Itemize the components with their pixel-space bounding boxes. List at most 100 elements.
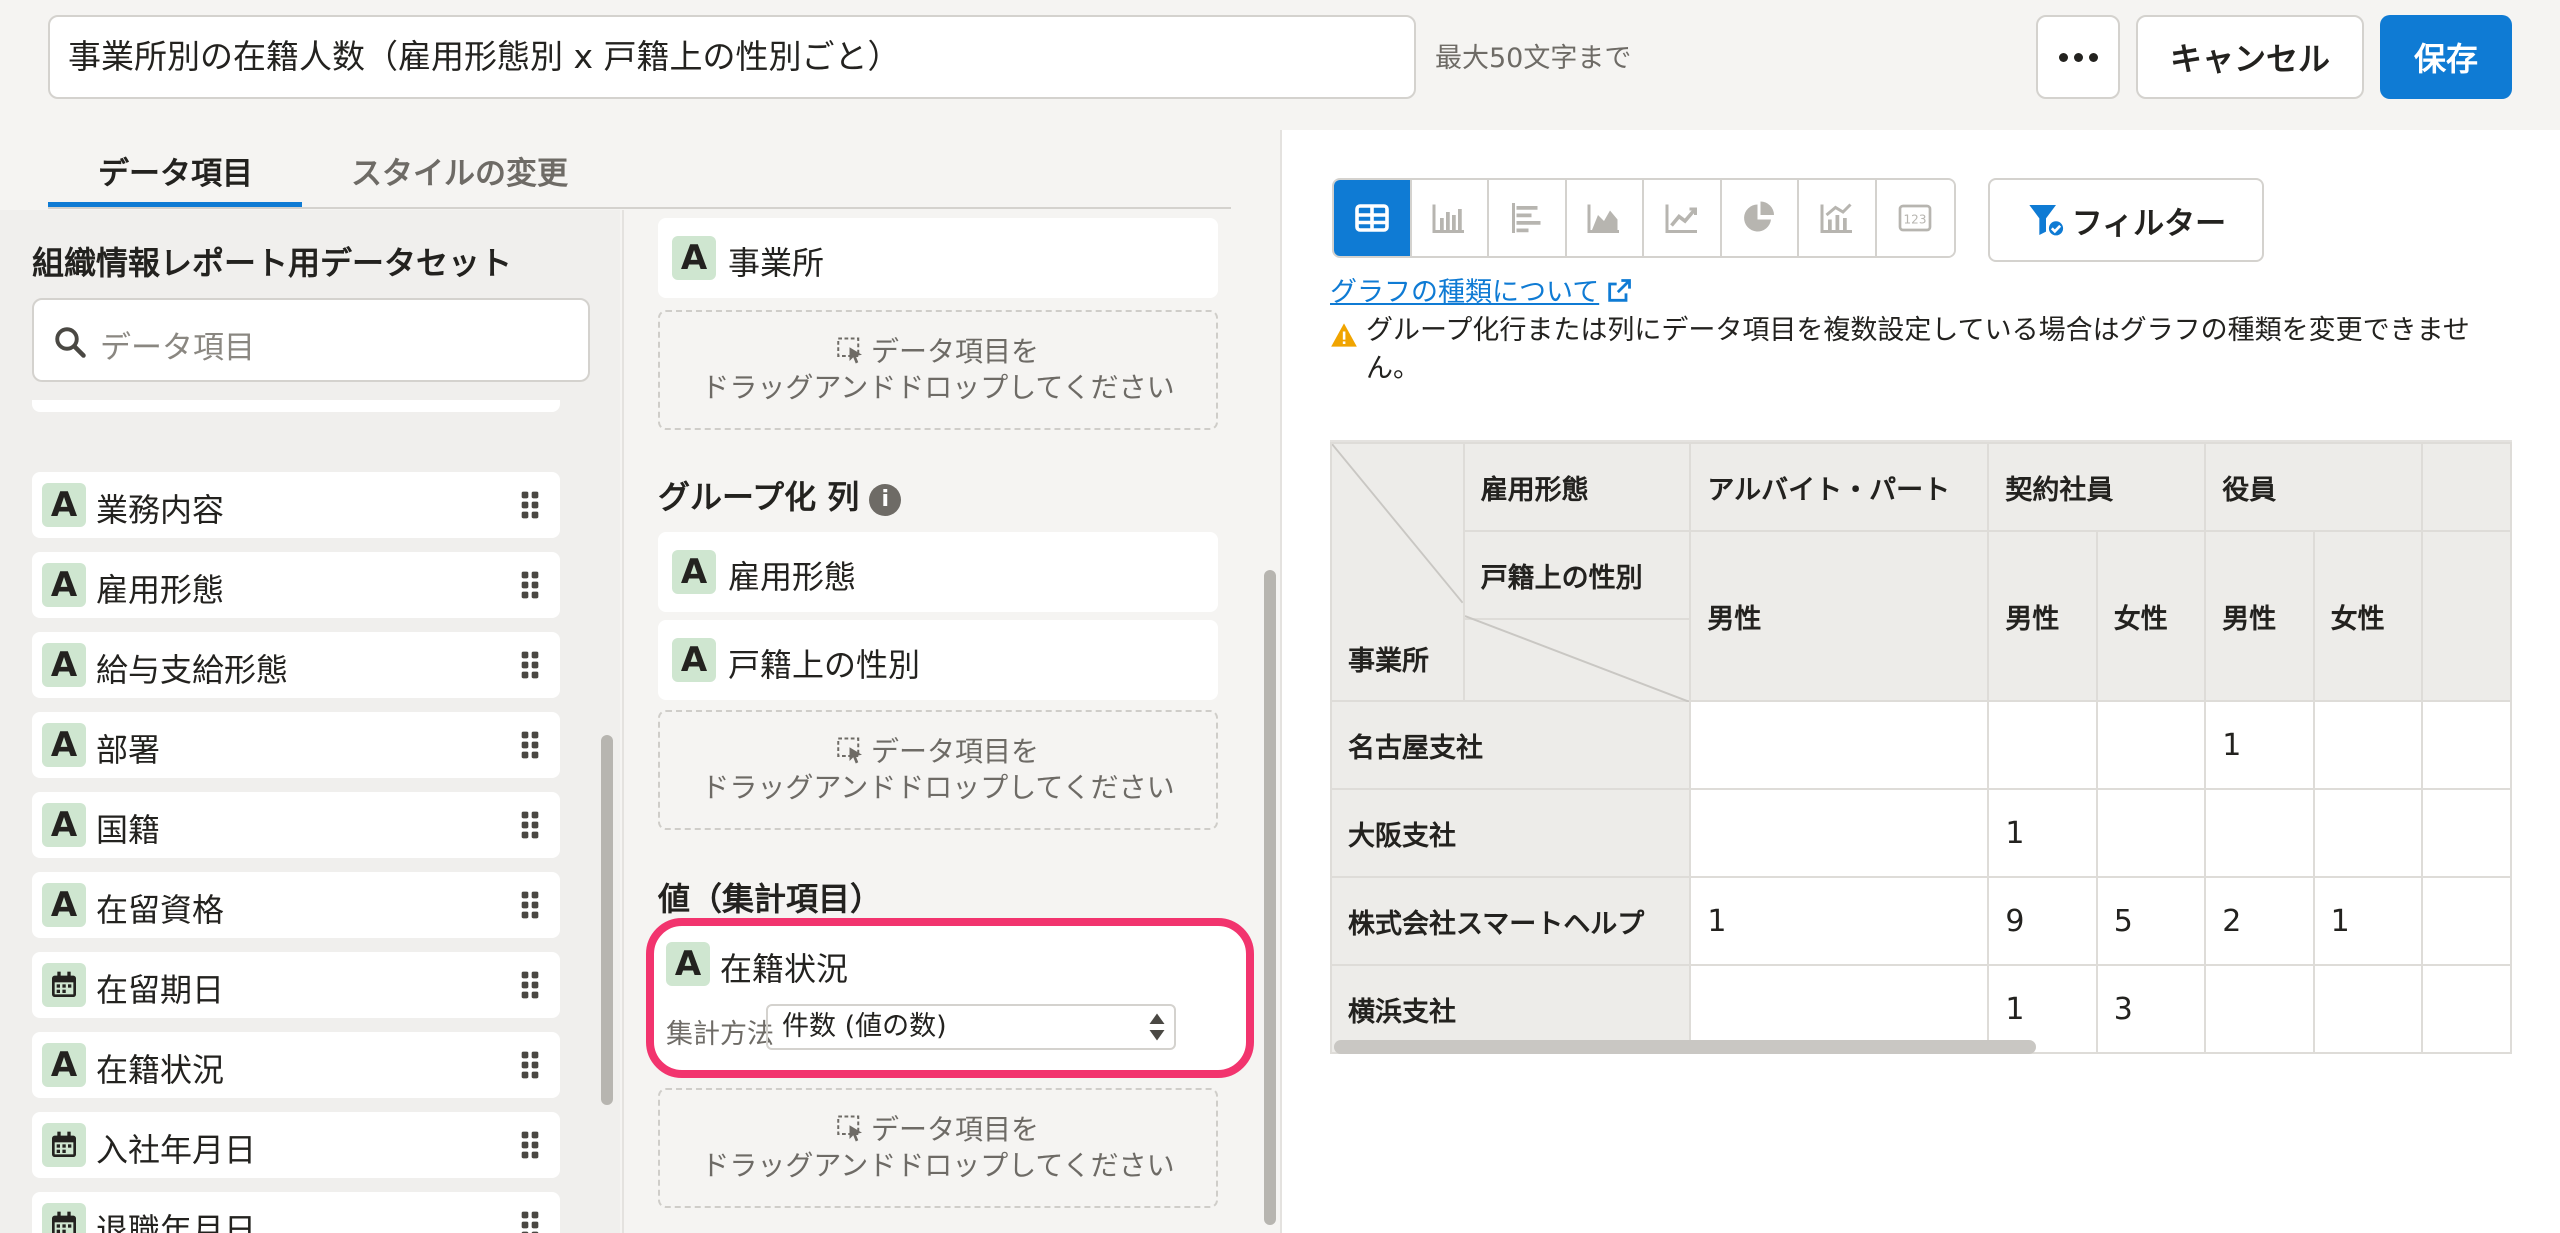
drag-handle-icon[interactable] bbox=[520, 490, 540, 520]
tab-data-fields[interactable]: データ項目 bbox=[98, 148, 253, 193]
table-cell bbox=[2421, 700, 2512, 790]
field-item[interactable]: A 国籍 bbox=[32, 792, 560, 858]
row-group-field[interactable]: A 事業所 bbox=[658, 218, 1218, 298]
chart-type-warning: グループ化行または列にデータ項目を複数設定している場合はグラフの種類を変更できま… bbox=[1330, 312, 2510, 388]
drag-handle-icon[interactable] bbox=[520, 970, 540, 1000]
info-icon[interactable]: i bbox=[869, 484, 902, 516]
field-item[interactable]: 在留期日 bbox=[32, 952, 560, 1018]
field-item[interactable]: A 雇用形態 bbox=[32, 552, 560, 618]
field-item-partial[interactable] bbox=[32, 400, 560, 412]
table-cell bbox=[1987, 700, 2098, 790]
drag-handle-icon[interactable] bbox=[520, 1210, 540, 1233]
corner-diagonal bbox=[1464, 615, 1690, 702]
table-row: 株式会社スマートヘルプ 1 9 5 2 1 bbox=[1330, 876, 2512, 966]
field-item-label: 雇用形態 bbox=[96, 571, 225, 609]
text-type-badge: A bbox=[672, 236, 716, 280]
more-dots-icon bbox=[2058, 52, 2068, 62]
drag-handle-icon[interactable] bbox=[520, 810, 540, 840]
table-cell: 1 bbox=[1987, 788, 2098, 878]
pivot-table-container: 事業所 雇用形態 アルバイト・パート 契約社員 役員 戸籍上の性別 男性 男性 … bbox=[1330, 440, 2512, 1066]
gender-header: 女性 bbox=[2312, 530, 2424, 702]
field-item[interactable]: A 業務内容 bbox=[32, 472, 560, 538]
drag-handle-icon[interactable] bbox=[520, 1130, 540, 1160]
drag-handle-icon[interactable] bbox=[520, 650, 540, 680]
table-cell bbox=[2421, 876, 2512, 966]
chart-type-line[interactable] bbox=[1644, 180, 1722, 256]
table-cell bbox=[2204, 964, 2315, 1054]
column-group-field-gender[interactable]: A 戸籍上の性別 bbox=[658, 620, 1218, 700]
search-icon bbox=[55, 327, 86, 358]
field-item[interactable]: A 在籍状況 bbox=[32, 1032, 560, 1098]
text-type-badge: A bbox=[42, 483, 86, 527]
dataset-panel: 組織情報レポート用データセット データ項目 A 業務内容 A 雇用形態 A 給与支給形態 A… bbox=[0, 210, 620, 1233]
chart-type-table[interactable] bbox=[1334, 180, 1412, 256]
field-list-scrollbar[interactable] bbox=[601, 735, 613, 1105]
cancel-button[interactable]: キャンセル bbox=[2136, 15, 2364, 99]
employment-type-header: 役員 bbox=[2204, 442, 2424, 532]
config-scrollbar[interactable] bbox=[1264, 570, 1276, 1225]
aggregation-value: 件数 (値の数) bbox=[782, 1011, 947, 1042]
chart-type-horizontal-bar[interactable] bbox=[1489, 180, 1567, 256]
table-cell bbox=[1689, 700, 1990, 790]
gender-header: 男性 bbox=[2204, 530, 2315, 702]
field-item-label: 在留資格 bbox=[96, 891, 225, 929]
field-item[interactable]: 退職年月日 bbox=[32, 1192, 560, 1233]
row-label: 大阪支社 bbox=[1330, 788, 1692, 878]
drag-handle-icon[interactable] bbox=[520, 890, 540, 920]
value-field-card[interactable]: A 在籍状況 集計方法 件数 (値の数) bbox=[646, 918, 1254, 1078]
field-search-input[interactable]: データ項目 bbox=[32, 298, 590, 382]
text-type-badge: A bbox=[42, 803, 86, 847]
warning-icon bbox=[1331, 323, 1357, 347]
combo-chart-icon bbox=[1820, 203, 1852, 233]
text-type-badge: A bbox=[42, 723, 86, 767]
row-dropzone[interactable]: データ項目を ドラッグアンドドロップしてください bbox=[658, 310, 1218, 430]
drop-icon bbox=[837, 737, 862, 764]
field-item[interactable]: A 給与支給形態 bbox=[32, 632, 560, 698]
drag-handle-icon[interactable] bbox=[520, 730, 540, 760]
chart-type-combo[interactable] bbox=[1799, 180, 1877, 256]
chart-type-area[interactable] bbox=[1566, 180, 1644, 256]
warning-text: グループ化行または列にデータ項目を複数設定している場合はグラフの種類を変更できま… bbox=[1366, 315, 2470, 384]
aggregation-label: 集計方法 bbox=[666, 1019, 774, 1050]
table-cell: 9 bbox=[1987, 876, 2098, 966]
field-item-label: 部署 bbox=[96, 731, 161, 769]
field-item-label: 在籍状況 bbox=[96, 1051, 225, 1089]
text-type-badge: A bbox=[666, 942, 710, 986]
table-cell bbox=[2421, 964, 2512, 1054]
field-item[interactable]: 入社年月日 bbox=[32, 1112, 560, 1178]
filter-button[interactable]: フィルター bbox=[1988, 178, 2264, 262]
table-row: 大阪支社 1 bbox=[1330, 788, 2512, 878]
field-item[interactable]: A 部署 bbox=[32, 712, 560, 778]
drag-handle-icon[interactable] bbox=[520, 570, 540, 600]
chart-types-help-link[interactable]: グラフの種類について bbox=[1330, 270, 1633, 309]
table-horizontal-scrollbar[interactable] bbox=[1334, 1040, 2036, 1054]
active-tab-indicator bbox=[48, 202, 302, 207]
aggregation-select[interactable]: 件数 (値の数) bbox=[766, 1004, 1176, 1050]
value-dropzone[interactable]: データ項目を ドラッグアンドドロップしてください bbox=[658, 1088, 1218, 1208]
dropzone-text-2: ドラッグアンドドロップしてください bbox=[701, 371, 1175, 404]
employment-type-header: アルバイト・パート bbox=[1689, 442, 1990, 532]
chart-type-number[interactable]: 123 bbox=[1876, 180, 1954, 256]
report-title-input[interactable]: 事業所別の在籍人数（雇用形態別 x 戸籍上の性別ごと） bbox=[48, 15, 1416, 99]
tab-style[interactable]: スタイルの変更 bbox=[351, 148, 568, 193]
text-type-badge: A bbox=[42, 643, 86, 687]
title-length-hint: 最大50文字まで bbox=[1435, 43, 1632, 74]
column-group-field-employment[interactable]: A 雇用形態 bbox=[658, 532, 1218, 612]
config-panel: A 事業所 データ項目を ドラッグアンドドロップしてください グループ化 列i A… bbox=[622, 210, 1280, 1233]
calendar-icon bbox=[42, 1123, 86, 1167]
column-dropzone[interactable]: データ項目を ドラッグアンドドロップしてください bbox=[658, 710, 1218, 830]
drag-handle-icon[interactable] bbox=[520, 1050, 540, 1080]
area-chart-icon bbox=[1587, 204, 1620, 233]
chart-type-bar[interactable] bbox=[1411, 180, 1489, 256]
table-cell: 2 bbox=[2204, 876, 2315, 966]
text-type-badge: A bbox=[42, 1043, 86, 1087]
save-button[interactable]: 保存 bbox=[2380, 15, 2512, 99]
employment-type-header bbox=[2421, 442, 2512, 532]
column-group-title: グループ化 列 i bbox=[658, 472, 902, 518]
chart-type-pie[interactable] bbox=[1721, 180, 1799, 256]
pie-chart-icon bbox=[1744, 201, 1775, 232]
field-item[interactable]: A 在留資格 bbox=[32, 872, 560, 938]
column-field-label: 雇用形態 bbox=[728, 558, 857, 596]
more-options-button[interactable] bbox=[2036, 15, 2120, 99]
field-item-label: 業務内容 bbox=[96, 491, 225, 529]
